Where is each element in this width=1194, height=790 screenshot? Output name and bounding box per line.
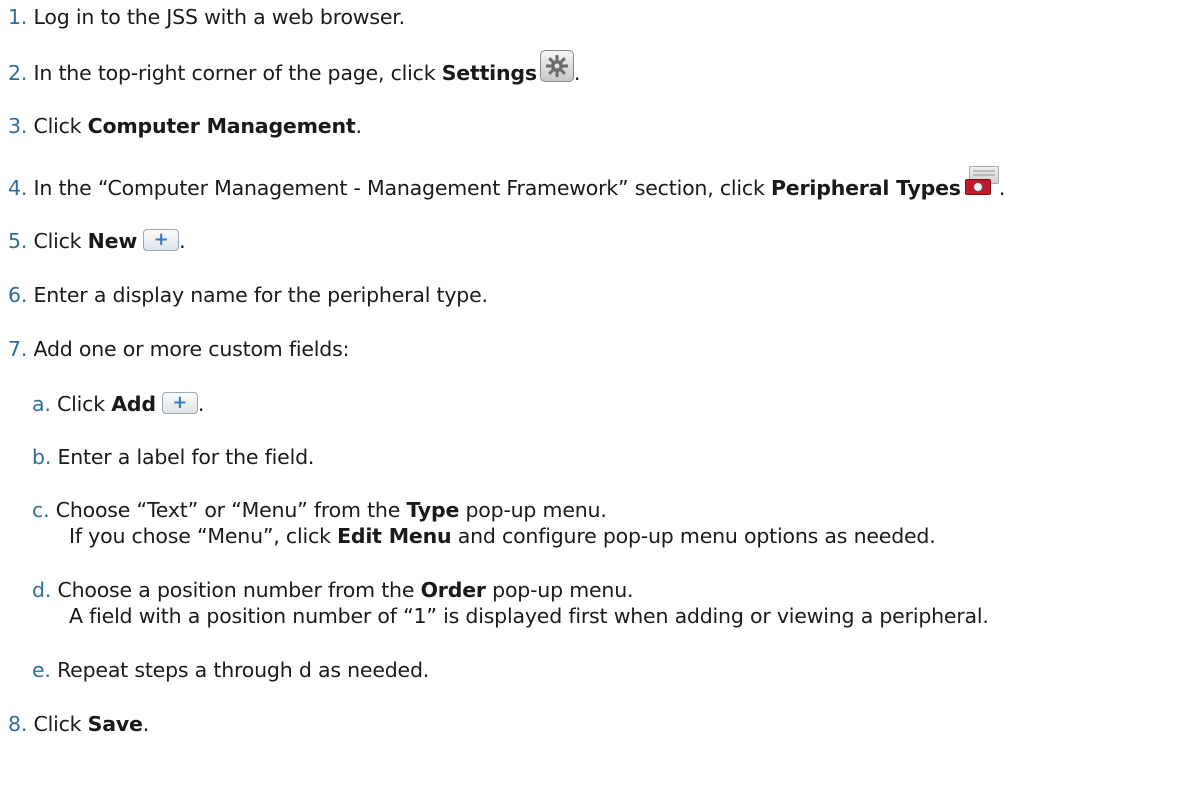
order-label: Order bbox=[420, 578, 486, 602]
step-text: Click bbox=[33, 712, 88, 736]
substep-letter: c. bbox=[32, 498, 50, 522]
step-text-end: . bbox=[179, 229, 186, 253]
substep-b: b. Enter a label for the field. bbox=[32, 444, 314, 470]
step-text: In the “Computer Management - Management… bbox=[33, 176, 771, 200]
step-text: Enter a display name for the peripheral … bbox=[33, 283, 489, 307]
peripheral-types-label: Peripheral Types bbox=[770, 176, 961, 200]
substep-text-end: and configure pop-up menu options as nee… bbox=[451, 524, 936, 548]
step-number: 2. bbox=[8, 61, 28, 85]
substep-letter: e. bbox=[32, 658, 51, 682]
substep-letter: d. bbox=[32, 578, 52, 602]
substep-d-line2: A field with a position number of “1” is… bbox=[69, 603, 989, 629]
substep-d: d. Choose a position number from the Ord… bbox=[32, 577, 634, 603]
type-label: Type bbox=[406, 498, 460, 522]
substep-letter: a. bbox=[32, 392, 51, 416]
substep-c: c. Choose “Text” or “Menu” from the Type… bbox=[32, 497, 607, 523]
substep-text-end: pop-up menu. bbox=[459, 498, 607, 522]
step-text: Click bbox=[33, 229, 88, 253]
substep-text: Repeat steps a through d as needed. bbox=[57, 658, 430, 682]
substep-e: e. Repeat steps a through d as needed. bbox=[32, 657, 429, 683]
step-number: 6. bbox=[8, 283, 28, 307]
substep-text: Choose a position number from the bbox=[57, 578, 421, 602]
step-text-end: . bbox=[142, 712, 150, 736]
substep-text: If you chose “Menu”, click bbox=[69, 524, 338, 548]
plus-button-icon: + bbox=[161, 392, 198, 414]
substep-text: Enter a label for the field. bbox=[57, 445, 315, 469]
edit-menu-label: Edit Menu bbox=[337, 524, 452, 548]
step-6: 6. Enter a display name for the peripher… bbox=[8, 282, 488, 308]
substep-c-line2: If you chose “Menu”, click Edit Menu and… bbox=[69, 523, 936, 549]
new-label: New bbox=[87, 229, 138, 253]
substep-text-end: . bbox=[197, 392, 205, 416]
substep-a: a. Click Add +. bbox=[32, 391, 204, 417]
step-text: In the top-right corner of the page, cli… bbox=[33, 61, 442, 85]
step-number: 4. bbox=[8, 176, 28, 200]
step-number: 3. bbox=[8, 114, 28, 138]
step-text: Log in to the JSS with a web browser. bbox=[33, 5, 406, 29]
peripheral-camera-icon bbox=[964, 166, 999, 196]
computer-management-label: Computer Management bbox=[87, 114, 356, 138]
save-label: Save bbox=[87, 712, 143, 736]
step-number: 8. bbox=[8, 712, 28, 736]
step-number: 5. bbox=[8, 229, 28, 253]
step-text: Click bbox=[33, 114, 88, 138]
step-3: 3. Click Computer Management. bbox=[8, 113, 362, 139]
plus-button-icon: + bbox=[143, 229, 180, 251]
step-text-end: . bbox=[998, 176, 1006, 200]
step-8: 8. Click Save. bbox=[8, 711, 149, 737]
step-text-end: . bbox=[355, 114, 362, 138]
gear-icon bbox=[539, 50, 574, 82]
substep-text: Click bbox=[57, 392, 112, 416]
step-text: Add one or more custom fields: bbox=[33, 337, 350, 361]
substep-text-end: pop-up menu. bbox=[485, 578, 634, 602]
substep-text: Choose “Text” or “Menu” from the bbox=[55, 498, 407, 522]
instructions-page: 1. Log in to the JSS with a web browser.… bbox=[0, 0, 1194, 790]
step-text-end: . bbox=[573, 61, 581, 85]
step-1: 1. Log in to the JSS with a web browser. bbox=[8, 4, 405, 30]
step-2: 2. In the top-right corner of the page, … bbox=[8, 50, 581, 90]
substep-letter: b. bbox=[32, 445, 52, 469]
step-4: 4. In the “Computer Management - Managem… bbox=[8, 166, 1006, 204]
settings-label: Settings bbox=[441, 61, 537, 85]
step-number: 7. bbox=[8, 337, 28, 361]
step-number: 1. bbox=[8, 5, 28, 29]
step-5: 5. Click New +. bbox=[8, 228, 186, 254]
substep-text: A field with a position number of “1” is… bbox=[69, 604, 989, 628]
step-7: 7. Add one or more custom fields: bbox=[8, 336, 350, 362]
add-label: Add bbox=[111, 392, 156, 416]
